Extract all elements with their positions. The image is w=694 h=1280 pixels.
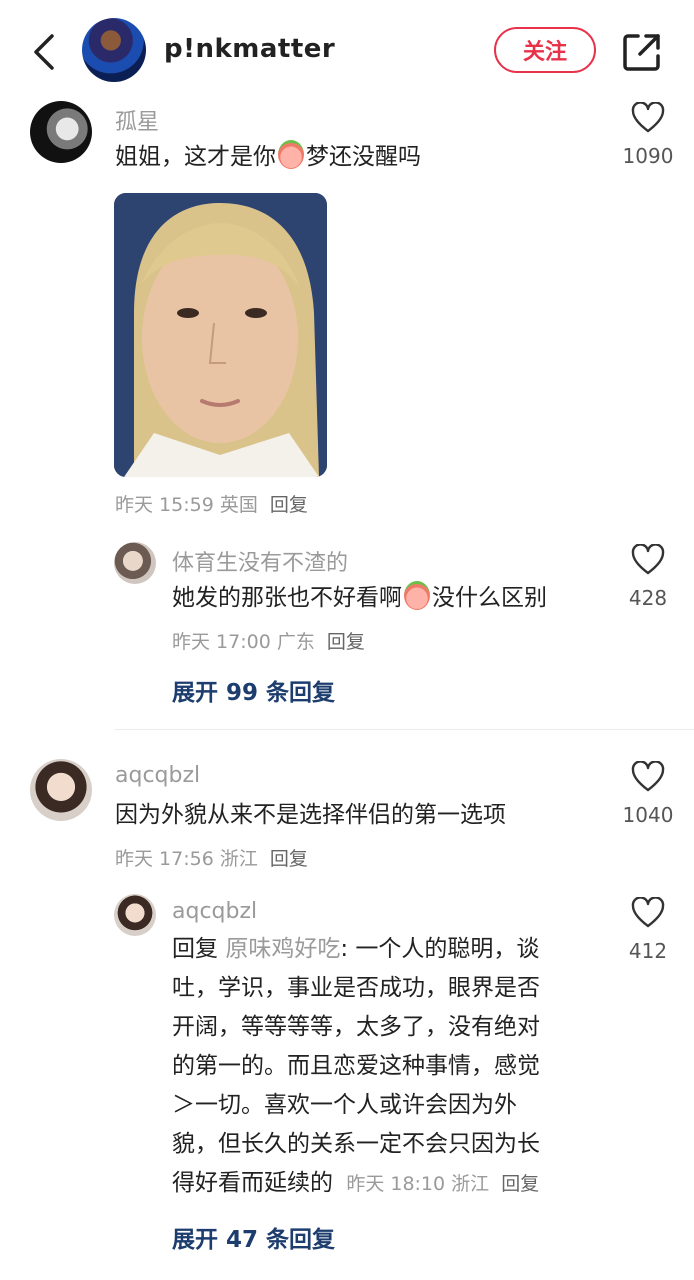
face-photo-icon (114, 193, 327, 477)
crying-peach-emoji-icon (404, 581, 430, 610)
divider (115, 729, 694, 730)
heart-icon (631, 760, 665, 792)
comment-time: 昨天 17:56 (115, 848, 214, 870)
expand-replies-link[interactable]: 展开 47 条回复 (172, 1220, 335, 1254)
reply-button[interactable]: 回复 (270, 848, 308, 870)
reply-text-part: 她发的那张也不好看啊 (172, 585, 402, 611)
expand-replies-link[interactable]: 展开 99 条回复 (172, 673, 335, 707)
back-button[interactable] (30, 30, 62, 74)
like-count: 1040 (622, 803, 674, 827)
like-button[interactable] (622, 543, 674, 580)
comment-time: 昨天 15:59 (115, 494, 214, 516)
follow-button[interactable]: 关注 (494, 27, 596, 73)
reply-line-text: : 一个人的聪明，谈 (340, 936, 540, 962)
comment-text-part: 梦还没醒吗 (306, 144, 421, 170)
author-name[interactable]: p!nkmatter (164, 34, 335, 64)
comment-username[interactable]: 孤星 (115, 104, 159, 136)
reply-meta: 昨天 18:10 浙江 回复 (346, 1173, 539, 1195)
heart-icon (631, 543, 665, 575)
reply-time: 昨天 17:00 (172, 631, 271, 653)
share-icon (623, 34, 660, 71)
reply-button[interactable]: 回复 (501, 1173, 539, 1195)
heart-icon (631, 896, 665, 928)
comment-text-part: 姐姐，这才是你 (115, 144, 276, 170)
like-button[interactable] (622, 760, 674, 797)
comment-location: 英国 (219, 494, 258, 516)
reply-line: 得好看而延续的 昨天 18:10 浙江 回复 (172, 1164, 592, 1204)
reply-line: 的第一的。而且恋爱这种事情，感觉 (172, 1053, 540, 1079)
reply-text: 她发的那张也不好看啊 没什么区别 (172, 578, 547, 618)
comment-location: 浙江 (219, 848, 258, 870)
reply-username[interactable]: 体育生没有不渣的 (172, 545, 348, 577)
like-count: 428 (628, 586, 668, 610)
share-button[interactable] (622, 32, 662, 72)
reply-line: 吐，学识，事业是否成功，眼界是否 (172, 975, 540, 1001)
reply-button[interactable]: 回复 (327, 631, 365, 653)
reply-location: 浙江 (451, 1173, 490, 1195)
comment-avatar[interactable] (30, 101, 92, 163)
reply-time: 昨天 18:10 (346, 1173, 446, 1195)
reply-line: ＞一切。喜欢一个人或许会因为外 (172, 1092, 517, 1118)
comment-avatar[interactable] (30, 759, 92, 821)
reply-line: 貌，但长久的关系一定不会只因为长 (172, 1131, 540, 1157)
reply-text: 回复 原味鸡好吃: 一个人的聪明，谈 吐，学识，事业是否成功，眼界是否 开阔，等… (172, 930, 592, 1204)
reply-line: 回复 原味鸡好吃: 一个人的聪明，谈 (172, 930, 592, 969)
chevron-left-icon (34, 34, 54, 70)
reply-avatar[interactable] (114, 894, 156, 936)
peach-face-emoji-icon (278, 140, 304, 169)
comment-username[interactable]: aqcqbzl (115, 763, 200, 788)
reply-location: 广东 (276, 631, 315, 653)
reply-line-text: 得好看而延续的 (172, 1170, 333, 1196)
reply-avatar[interactable] (114, 542, 156, 584)
like-count: 412 (628, 939, 668, 963)
comment-meta: 昨天 17:56 浙江 回复 (115, 844, 308, 871)
comment-text: 姐姐，这才是你 梦还没醒吗 (115, 137, 421, 177)
reply-text-part: 没什么区别 (432, 585, 547, 611)
reply-button[interactable]: 回复 (270, 494, 308, 516)
reply-line: 开阔，等等等等，太多了，没有绝对 (172, 1014, 540, 1040)
like-button[interactable] (622, 896, 674, 933)
like-count: 1090 (622, 144, 674, 168)
reply-username[interactable]: aqcqbzl (172, 899, 257, 924)
like-button[interactable] (622, 101, 674, 138)
comment-meta: 昨天 15:59 英国 回复 (115, 490, 308, 517)
comment-text: 因为外貌从来不是选择伴侣的第一选项 (115, 802, 506, 828)
reply-prefix: 回复 (172, 936, 218, 962)
comment-image[interactable] (114, 193, 327, 477)
reply-to-username[interactable]: 原味鸡好吃 (225, 936, 340, 962)
heart-icon (631, 101, 665, 133)
author-avatar[interactable] (82, 18, 146, 82)
reply-meta: 昨天 17:00 广东 回复 (172, 627, 365, 654)
